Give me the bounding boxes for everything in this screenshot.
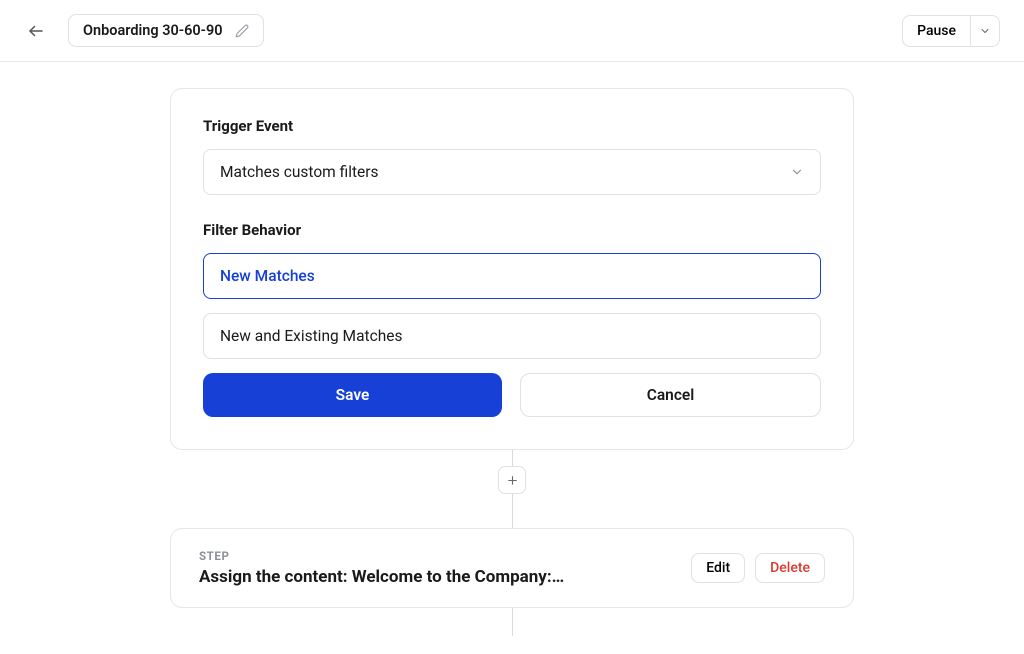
save-button[interactable]: Save xyxy=(203,373,502,417)
pause-button[interactable]: Pause xyxy=(902,15,970,47)
arrow-left-icon xyxy=(27,22,45,40)
trigger-event-select[interactable]: Matches custom filters xyxy=(203,149,821,195)
filter-option-new-existing-matches[interactable]: New and Existing Matches xyxy=(203,313,821,359)
connector xyxy=(498,450,526,528)
trigger-event-label: Trigger Event xyxy=(203,117,821,135)
add-step-button[interactable] xyxy=(498,466,526,494)
pencil-icon xyxy=(235,24,249,38)
step-actions: Edit Delete xyxy=(691,553,825,583)
topbar: Onboarding 30-60-90 Pause xyxy=(0,0,1024,62)
delete-step-button[interactable]: Delete xyxy=(755,553,825,583)
workflow-title-chip[interactable]: Onboarding 30-60-90 xyxy=(68,14,264,47)
workflow-title: Onboarding 30-60-90 xyxy=(83,22,223,39)
filter-behavior-label: Filter Behavior xyxy=(203,221,821,239)
step-card: STEP Assign the content: Welcome to the … xyxy=(170,528,854,608)
step-title: Assign the content: Welcome to the Compa… xyxy=(199,567,564,587)
back-button[interactable] xyxy=(24,19,48,43)
chevron-down-icon xyxy=(790,165,804,179)
cancel-button[interactable]: Cancel xyxy=(520,373,821,417)
connector-line xyxy=(512,450,513,466)
workflow-canvas: Trigger Event Matches custom filters Fil… xyxy=(0,62,1024,636)
connector-line xyxy=(512,494,513,528)
button-row: Save Cancel xyxy=(203,373,821,417)
plus-icon xyxy=(506,474,519,487)
step-eyebrow: STEP xyxy=(199,549,564,563)
pause-dropdown-caret[interactable] xyxy=(970,15,1000,47)
trigger-card: Trigger Event Matches custom filters Fil… xyxy=(170,88,854,450)
step-info: STEP Assign the content: Welcome to the … xyxy=(199,549,564,587)
connector-line xyxy=(512,608,513,636)
trigger-event-value: Matches custom filters xyxy=(220,163,379,181)
connector xyxy=(512,608,513,636)
edit-step-button[interactable]: Edit xyxy=(691,553,745,583)
chevron-down-icon xyxy=(979,25,991,37)
topbar-right: Pause xyxy=(902,15,1000,47)
filter-option-new-matches[interactable]: New Matches xyxy=(203,253,821,299)
topbar-left: Onboarding 30-60-90 xyxy=(24,14,264,47)
